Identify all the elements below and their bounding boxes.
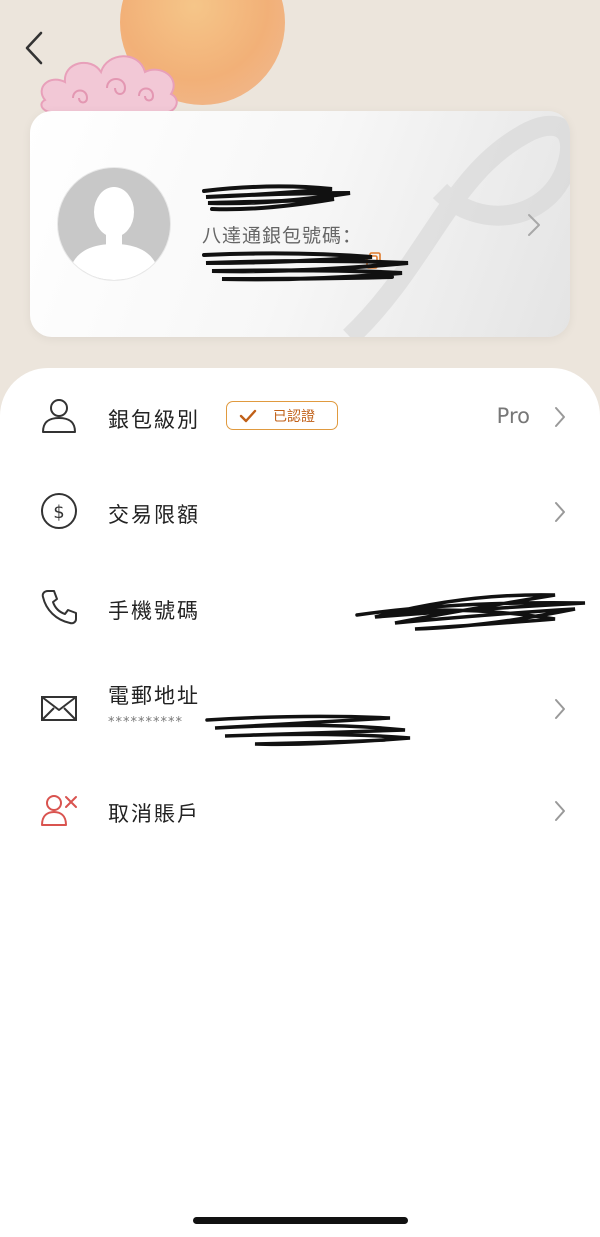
check-icon — [239, 409, 257, 422]
back-button[interactable] — [14, 26, 54, 70]
person-icon — [42, 399, 76, 433]
phone-icon — [41, 590, 77, 625]
wallet-number-label: 八達通銀包號碼： — [202, 225, 363, 247]
home-indicator[interactable] — [193, 1217, 408, 1224]
profile-card[interactable]: 八達通銀包號碼： — [30, 111, 570, 337]
dollar-circle-icon: $ — [41, 493, 77, 529]
wallet-level-row[interactable]: 銀包級別 已認證 Pro — [0, 370, 600, 462]
chevron-right-icon — [555, 801, 565, 821]
email-row[interactable]: 電郵地址 ********** — [0, 662, 600, 754]
cancel-account-row[interactable]: 取消賬戶 — [0, 764, 600, 856]
user-avatar-icon — [68, 187, 160, 280]
verified-badge-text: 已認證 — [273, 408, 315, 425]
phone-number-row[interactable]: 手機號碼 — [0, 561, 600, 653]
chevron-right-icon — [555, 407, 565, 427]
back-chevron-icon — [25, 31, 43, 65]
avatar — [57, 167, 171, 281]
card-chevron-right-icon — [528, 214, 540, 236]
transaction-limit-row[interactable]: $ 交易限額 — [0, 465, 600, 557]
phone-number-label: 手機號碼 — [108, 599, 200, 623]
redacted-email-value — [205, 714, 411, 747]
user-remove-icon — [41, 795, 77, 826]
redacted-wallet-number — [202, 251, 409, 282]
envelope-icon — [41, 696, 77, 721]
verified-badge: 已認證 — [226, 401, 338, 430]
transaction-limit-label: 交易限額 — [108, 503, 200, 527]
email-label: 電郵地址 — [108, 684, 200, 708]
cloud-decoration-icon — [40, 55, 178, 114]
wallet-level-label: 銀包級別 — [108, 408, 200, 432]
redacted-phone-value — [355, 593, 586, 631]
email-masked-value: ********** — [108, 715, 183, 730]
chevron-right-icon — [555, 699, 565, 719]
cancel-account-label: 取消賬戶 — [108, 802, 200, 826]
chevron-right-icon — [555, 502, 565, 522]
svg-text:$: $ — [53, 502, 64, 523]
redacted-name — [202, 184, 351, 212]
wallet-level-value: Pro — [496, 404, 530, 428]
